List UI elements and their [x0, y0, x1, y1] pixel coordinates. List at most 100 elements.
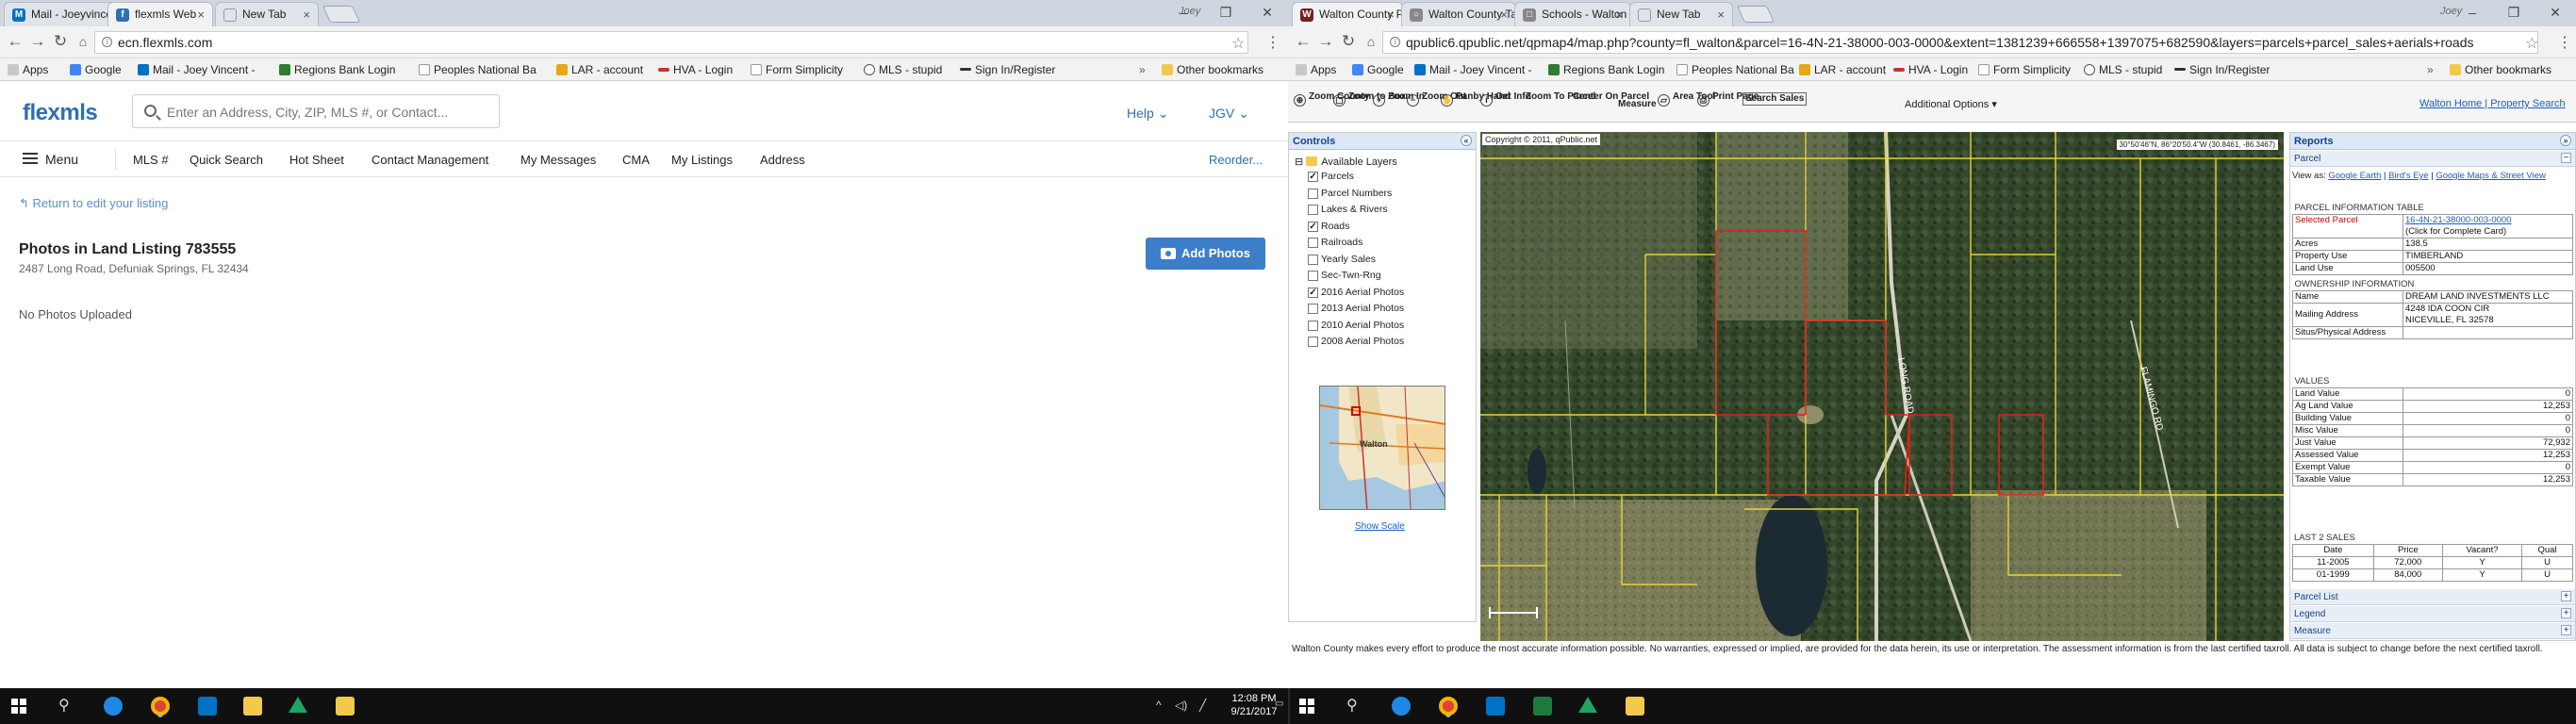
- bookmark-peoples[interactable]: Peoples National Ba: [1676, 63, 1794, 76]
- parcel-list-panel[interactable]: Parcel List +: [2290, 589, 2575, 605]
- legend-panel[interactable]: Legend +: [2290, 606, 2575, 622]
- layer-item[interactable]: Parcel Numbers: [1308, 188, 1392, 204]
- parcel-section-header[interactable]: Parcel −: [2290, 151, 2575, 167]
- chrome-menu-icon[interactable]: ⋮: [2557, 33, 2572, 52]
- notifications-icon[interactable]: ▭: [1275, 699, 1283, 709]
- additional-options-dropdown[interactable]: Additional Options ▾: [1905, 98, 1997, 110]
- bookmark-peoples[interactable]: Peoples National Ba: [419, 63, 537, 76]
- tray-overflow-icon[interactable]: ^: [1156, 699, 1162, 712]
- google-maps-link[interactable]: Google Maps & Street View: [2436, 171, 2546, 181]
- bookmark-star-icon[interactable]: ☆: [1231, 34, 1245, 53]
- close-window-icon[interactable]: ✕: [2535, 0, 2576, 26]
- info-icon[interactable]: i: [1390, 37, 1400, 47]
- plus-icon[interactable]: +: [2561, 591, 2571, 601]
- bookmark-apps[interactable]: Apps: [8, 63, 48, 76]
- collapse-icon[interactable]: «: [1461, 135, 1472, 146]
- tab-new[interactable]: New Tab ×: [215, 2, 319, 26]
- chrome-icon[interactable]: [1439, 697, 1458, 716]
- nav-contact-management[interactable]: Contact Management: [372, 153, 488, 167]
- layer-item[interactable]: 2013 Aerial Photos: [1308, 303, 1404, 319]
- help-menu[interactable]: Help ⌄: [1127, 106, 1168, 122]
- bookmark-hva[interactable]: HVA - Login: [1893, 63, 1968, 76]
- layer-checkbox[interactable]: [1308, 337, 1318, 347]
- nav-my-listings[interactable]: My Listings: [671, 153, 733, 167]
- layer-checkbox[interactable]: [1308, 320, 1318, 331]
- bookmarks-overflow-icon[interactable]: »: [1139, 63, 1146, 76]
- close-icon[interactable]: ×: [197, 8, 205, 22]
- chrome-icon[interactable]: [151, 697, 170, 716]
- aerial-map[interactable]: LONG ROAD FLAMINGO RD Copyright © 2011, …: [1480, 132, 2284, 641]
- forward-icon[interactable]: →: [28, 33, 47, 50]
- close-icon[interactable]: ×: [303, 8, 310, 22]
- folder-icon[interactable]: [336, 697, 355, 716]
- close-icon[interactable]: ×: [1500, 8, 1508, 22]
- bookmark-regions[interactable]: Regions Bank Login: [279, 63, 395, 76]
- google-drive-icon[interactable]: [1578, 697, 1597, 713]
- bookmark-mail[interactable]: Mail - Joey Vincent -: [1414, 63, 1532, 76]
- url-input[interactable]: i qpublic6.qpublic.net/qpmap4/map.php?co…: [1382, 31, 2538, 54]
- walton-links[interactable]: Walton Home | Property Search: [2419, 98, 2566, 109]
- excel-icon[interactable]: [1533, 697, 1552, 716]
- layer-item[interactable]: 2010 Aerial Photos: [1308, 320, 1404, 336]
- tab-schools[interactable]: □ Schools - Walton County ... ×: [1514, 2, 1631, 26]
- return-link[interactable]: ↰ Return to edit your listing: [19, 196, 168, 211]
- bookmark-form-simplicity[interactable]: Form Simplicity: [1978, 63, 2071, 76]
- search-icon[interactable]: ⚲: [58, 696, 70, 715]
- new-tab-button[interactable]: [1736, 6, 1775, 23]
- maximize-icon[interactable]: ❐: [1205, 0, 1247, 26]
- edge-icon[interactable]: [1392, 697, 1411, 716]
- back-icon[interactable]: ←: [6, 33, 25, 50]
- tool-measure[interactable]: Measure: [1618, 100, 1657, 109]
- bookmark-mls[interactable]: MLS - stupid: [2084, 63, 2162, 76]
- layer-checkbox[interactable]: [1308, 254, 1318, 265]
- layer-checkbox[interactable]: [1308, 238, 1318, 248]
- back-icon[interactable]: ←: [1294, 33, 1313, 50]
- nav-quick-search[interactable]: Quick Search: [190, 153, 263, 167]
- maximize-icon[interactable]: ❐: [2493, 0, 2535, 26]
- system-clock[interactable]: 12:08 PM 9/21/2017: [1226, 692, 1282, 718]
- tool-get-info[interactable]: i Get Info: [1480, 92, 1531, 107]
- search-icon[interactable]: ⚲: [1346, 696, 1358, 715]
- outlook-icon[interactable]: [198, 697, 217, 716]
- chrome-menu-icon[interactable]: ⋮: [1265, 33, 1280, 52]
- tab-walton-tax[interactable]: ○ Walton County Tax Colle... ×: [1401, 2, 1516, 26]
- bookmark-sign-in[interactable]: Sign In/Register: [960, 63, 1055, 76]
- nav-cma[interactable]: CMA: [622, 153, 650, 167]
- add-photos-button[interactable]: Add Photos: [1146, 238, 1265, 270]
- plus-icon[interactable]: +: [2561, 625, 2571, 635]
- close-icon[interactable]: ×: [1387, 8, 1395, 22]
- bookmark-google[interactable]: Google: [1352, 63, 1404, 76]
- overview-map[interactable]: Walton: [1319, 386, 1445, 510]
- layer-item[interactable]: Lakes & Rivers: [1308, 204, 1388, 220]
- nav-mls-number[interactable]: MLS #: [133, 153, 169, 167]
- reorder-link[interactable]: Reorder...: [1209, 153, 1263, 167]
- volume-icon[interactable]: ◁): [1175, 699, 1187, 712]
- nav-address[interactable]: Address: [760, 153, 805, 167]
- windows-start-icon[interactable]: [1299, 699, 1314, 714]
- close-icon[interactable]: ×: [1717, 8, 1725, 22]
- tool-search-sales[interactable]: Search Sales: [1742, 92, 1808, 106]
- bookmark-mail[interactable]: Mail - Joey Vincent -: [138, 63, 256, 76]
- edge-icon[interactable]: [104, 697, 123, 716]
- url-input[interactable]: i ecn.flexmls.com: [94, 31, 1248, 54]
- bookmark-lar[interactable]: LAR - account: [1799, 63, 1886, 76]
- bookmarks-overflow-icon[interactable]: »: [2427, 63, 2434, 76]
- bookmark-mls[interactable]: MLS - stupid: [864, 63, 942, 76]
- layer-checkbox[interactable]: ✓: [1308, 221, 1318, 232]
- bookmark-star-icon[interactable]: ☆: [2525, 34, 2538, 53]
- close-window-icon[interactable]: ✕: [1247, 0, 1288, 26]
- parcel-link[interactable]: 16-4N-21-38000-003-0000: [2405, 215, 2512, 225]
- other-bookmarks[interactable]: Other bookmarks: [1162, 63, 1263, 76]
- minus-icon[interactable]: −: [2561, 153, 2571, 163]
- layer-item[interactable]: ✓ Roads: [1308, 221, 1349, 237]
- close-icon[interactable]: ×: [1615, 8, 1623, 22]
- bookmark-form-simplicity[interactable]: Form Simplicity: [751, 63, 843, 76]
- new-tab-button[interactable]: [322, 6, 361, 23]
- layer-item[interactable]: Sec-Twn-Rng: [1308, 270, 1381, 286]
- windows-start-icon[interactable]: [11, 699, 26, 714]
- layer-item[interactable]: Yearly Sales: [1308, 254, 1376, 270]
- layer-checkbox[interactable]: [1308, 205, 1318, 215]
- layer-checkbox[interactable]: ✓: [1308, 172, 1318, 182]
- bookmark-sign-in[interactable]: Sign In/Register: [2174, 63, 2270, 76]
- network-icon[interactable]: ╱: [1199, 699, 1206, 712]
